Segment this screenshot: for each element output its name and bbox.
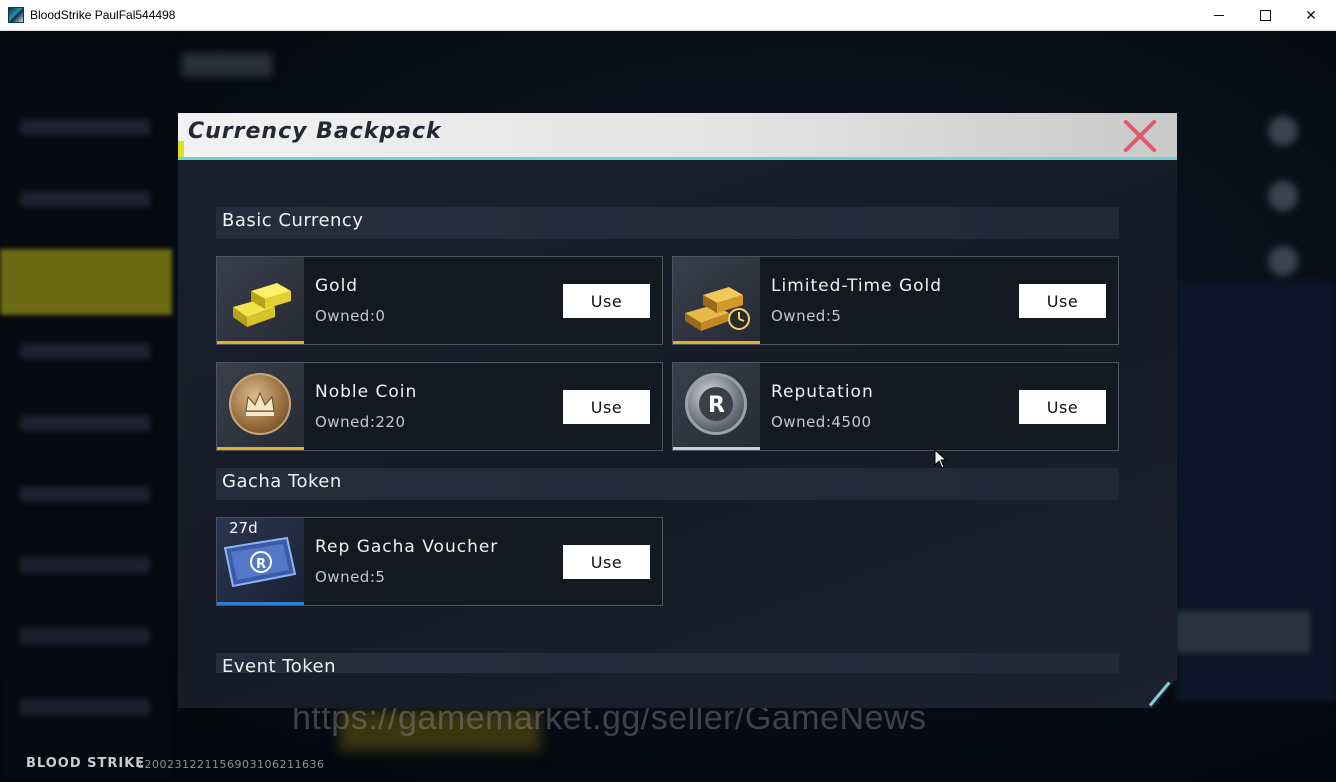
blurred-nav-item bbox=[20, 343, 150, 359]
currency-card-gold: Gold Owned:0 Use bbox=[216, 256, 663, 345]
gold-underline bbox=[673, 341, 760, 344]
gold-underline bbox=[217, 341, 304, 344]
blurred-right-button bbox=[1176, 611, 1310, 653]
bloodstrike-app-icon bbox=[8, 7, 24, 23]
blurred-sidebar bbox=[0, 31, 172, 782]
currency-owned: Owned:5 bbox=[771, 307, 842, 325]
coin-graphic bbox=[229, 373, 291, 435]
window-title: BloodStrike PaulFal544498 bbox=[30, 8, 176, 22]
maximize-button[interactable] bbox=[1242, 0, 1288, 31]
blurred-nav-item bbox=[20, 191, 150, 207]
game-background: BLOOD STRIKE 120023122115690310621163​6 … bbox=[0, 31, 1336, 782]
blurred-nav-item bbox=[20, 628, 150, 644]
use-limited-time-gold-button[interactable]: Use bbox=[1019, 284, 1106, 318]
limited-gold-icon bbox=[673, 257, 760, 344]
use-rep-gacha-voucher-button[interactable]: Use bbox=[563, 545, 650, 579]
window-titlebar: BloodStrike PaulFal544498 ✕ bbox=[0, 0, 1336, 31]
blurred-moon-icon bbox=[1268, 116, 1298, 146]
blurred-nav-item bbox=[20, 415, 150, 431]
r-letter-icon: R bbox=[699, 387, 733, 421]
blurred-vault-label bbox=[182, 53, 272, 77]
gold-bars-graphic bbox=[233, 283, 291, 327]
section-event-token-clip: Event Token bbox=[216, 653, 1119, 673]
blurred-nav-item bbox=[20, 119, 150, 135]
mouse-cursor-icon bbox=[934, 449, 948, 469]
svg-text:R: R bbox=[708, 393, 725, 418]
modal-header: Currency Backpack bbox=[178, 113, 1177, 160]
noble-coin-icon bbox=[217, 363, 304, 450]
currency-name: Limited-Time Gold bbox=[771, 276, 943, 296]
blurred-nav-active bbox=[0, 249, 172, 315]
currency-name: Reputation bbox=[771, 382, 874, 402]
blurred-star-icon bbox=[1268, 181, 1298, 211]
limited-gold-graphic bbox=[685, 287, 750, 331]
silver-underline bbox=[673, 447, 760, 450]
footer-player-id: 120023122115690310621163​6 bbox=[137, 758, 325, 771]
svg-text:R: R bbox=[256, 557, 266, 572]
currency-owned: Owned:0 bbox=[315, 307, 386, 325]
currency-owned: Owned:4500 bbox=[771, 413, 872, 431]
minimize-button[interactable] bbox=[1196, 0, 1242, 31]
blurred-nav-item bbox=[20, 699, 150, 715]
modal-title: Currency Backpack bbox=[188, 119, 442, 144]
currency-name: Rep Gacha Voucher bbox=[315, 537, 499, 557]
close-icon: ✕ bbox=[1305, 7, 1317, 24]
minimize-icon bbox=[1214, 15, 1224, 16]
reputation-icon: R bbox=[673, 363, 760, 450]
expiry-badge: 27d bbox=[229, 519, 258, 537]
currency-backpack-modal: Currency Backpack Basic Currency Gold Ow… bbox=[178, 113, 1177, 708]
use-gold-button[interactable]: Use bbox=[563, 284, 650, 318]
currency-name: Gold bbox=[315, 276, 359, 296]
use-noble-coin-button[interactable]: Use bbox=[563, 390, 650, 424]
blurred-nav-item bbox=[20, 557, 150, 573]
section-event-token: Event Token bbox=[216, 653, 1119, 673]
reputation-coin-graphic: R bbox=[685, 373, 747, 435]
voucher-icon: R 27d bbox=[217, 518, 304, 605]
blurred-heart-icon bbox=[1268, 246, 1298, 276]
currency-owned: Owned:220 bbox=[315, 413, 406, 431]
gold-underline bbox=[217, 447, 304, 450]
gold-bars-icon bbox=[217, 257, 304, 344]
section-basic-currency: Basic Currency bbox=[216, 207, 1119, 239]
close-window-button[interactable]: ✕ bbox=[1288, 0, 1334, 31]
currency-name: Noble Coin bbox=[315, 382, 418, 402]
close-modal-button[interactable] bbox=[1120, 117, 1160, 155]
blue-underline bbox=[217, 602, 304, 605]
currency-card-reputation: R Reputation Owned:4500 Use bbox=[672, 362, 1119, 451]
footer-brand: BLOOD STRIKE bbox=[26, 756, 146, 771]
section-gacha-token: Gacha Token bbox=[216, 468, 1119, 500]
currency-card-noble-coin: Noble Coin Owned:220 Use bbox=[216, 362, 663, 451]
crown-icon bbox=[245, 391, 275, 416]
currency-owned: Owned:5 bbox=[315, 568, 386, 586]
maximize-icon bbox=[1259, 10, 1271, 21]
currency-card-rep-gacha-voucher: R 27d Rep Gacha Voucher Owned:5 Use bbox=[216, 517, 663, 606]
currency-card-limited-time-gold: Limited-Time Gold Owned:5 Use bbox=[672, 256, 1119, 345]
use-reputation-button[interactable]: Use bbox=[1019, 390, 1106, 424]
header-accent bbox=[178, 141, 184, 157]
blurred-nav-item bbox=[20, 486, 150, 502]
